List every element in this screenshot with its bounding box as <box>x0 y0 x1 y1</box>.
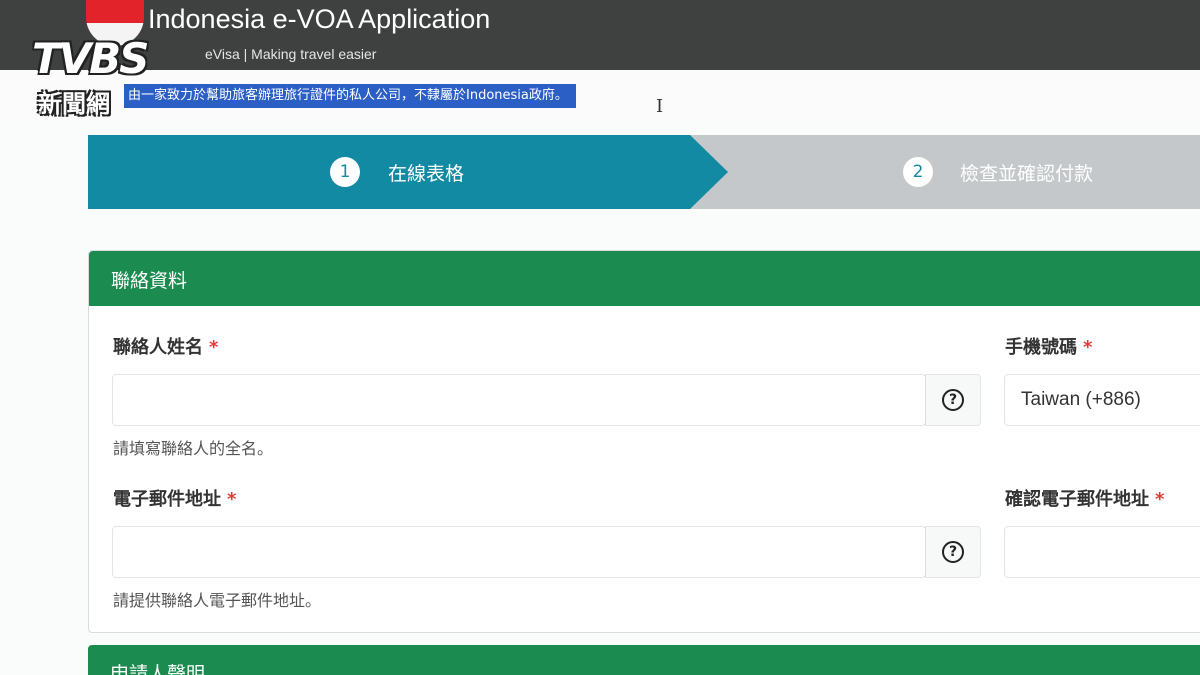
app-header: Indonesia e-VOA Application eVisa | Maki… <box>0 0 1200 70</box>
contact-details-card: 聯絡資料 聯絡人姓名 * ? 請填寫聯絡人的全名。 手機號碼 * Taiwan (+… <box>88 250 1200 633</box>
step-2-label[interactable]: 檢查並確認付款 <box>960 159 1093 186</box>
progress-steps: 1 在線表格 2 檢查並確認付款 <box>88 135 1200 209</box>
contact-name-label: 聯絡人姓名 * <box>113 337 219 358</box>
contact-name-help-button[interactable]: ? <box>925 374 981 426</box>
email-hint: 請提供聯絡人電子郵件地址。 <box>113 591 322 610</box>
required-mark: * <box>1083 337 1093 358</box>
contact-details-title: 聯絡資料 <box>111 270 188 292</box>
contact-name-hint: 請填寫聯絡人的全名。 <box>113 439 274 458</box>
step-1-label: 在線表格 <box>388 163 465 185</box>
applicant-declaration-header: 申請人聲明 <box>88 645 1200 675</box>
required-mark: * <box>1155 489 1165 510</box>
email-label: 電子郵件地址 * <box>113 489 237 510</box>
step-2-number: 2 <box>903 157 933 187</box>
applicant-declaration-title: 申請人聲明 <box>110 663 206 675</box>
tvbs-logo: TVBS <box>32 34 149 83</box>
app-title: Indonesia e-VOA Application <box>148 4 491 34</box>
required-mark: * <box>209 337 219 358</box>
contact-details-header: 聯絡資料 <box>89 251 1200 306</box>
phone-country-select[interactable]: Taiwan (+886) <box>1004 374 1200 426</box>
confirm-email-label: 確認電子郵件地址 * <box>1005 489 1165 510</box>
tvbs-channel-name: 新聞網 <box>38 90 110 118</box>
text-cursor-icon: I <box>656 96 664 117</box>
phone-label: 手機號碼 * <box>1005 337 1093 358</box>
contact-name-input[interactable] <box>112 374 926 426</box>
email-input[interactable] <box>112 526 926 578</box>
question-circle-icon: ? <box>942 389 964 411</box>
confirm-email-input[interactable] <box>1004 526 1200 578</box>
disclaimer-text: 由一家致力於幫助旅客辦理旅行證件的私人公司，不隸屬於Indonesia政府。 <box>124 84 576 108</box>
question-circle-icon: ? <box>942 541 964 563</box>
step-1-number: 1 <box>330 157 360 187</box>
app-subtitle: eVisa | Making travel easier <box>205 46 377 62</box>
email-help-button[interactable]: ? <box>925 526 981 578</box>
required-mark: * <box>227 489 237 510</box>
